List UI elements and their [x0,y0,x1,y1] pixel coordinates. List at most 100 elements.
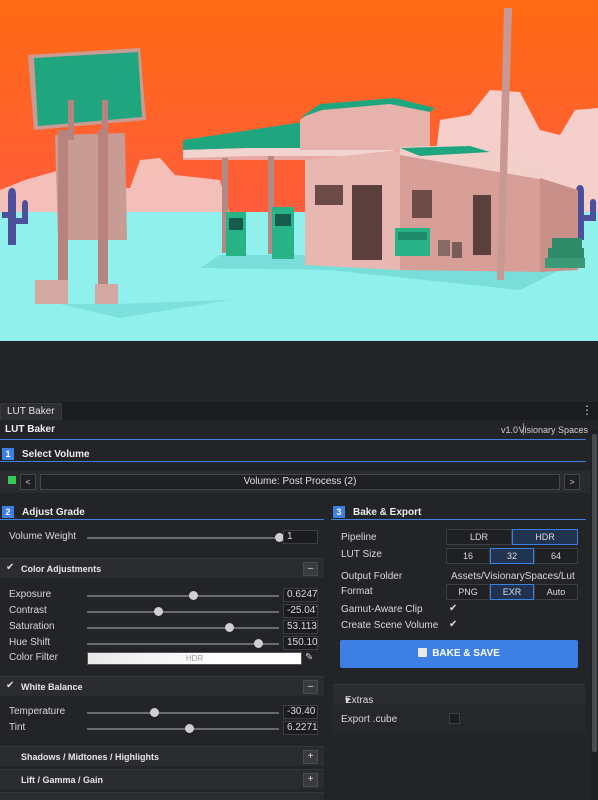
volume-weight-label: Volume Weight [9,531,77,542]
export-cube-checkbox[interactable] [449,713,460,724]
scene-volume-checkbox[interactable]: ✔ [449,619,457,630]
color-adjustment-value-field[interactable]: 0.6247 [283,588,318,602]
color-adjustment-label: Exposure [9,589,52,600]
prev-volume-button[interactable]: < [20,474,36,490]
lut-baker-panel: LUT Baker ⋮ LUT Baker v1.0 Visionary Spa… [0,402,598,800]
volume-name-field[interactable]: Volume: Post Process (2) [40,474,560,490]
fold-title: White Balance [21,682,83,692]
volume-active-indicator [8,476,16,484]
viewport-gutter [0,341,598,402]
fold-title: Lift / Gamma / Gain [21,775,104,785]
color-adjustment-value-field[interactable]: 53.1135 [283,620,318,634]
color-adjustment-label: Hue Shift [9,637,51,648]
lut-size-label: LUT Size [341,549,382,560]
white-balance-header[interactable]: ✔ White Balance – [0,676,324,696]
lut-size-option-16[interactable]: 16 [446,548,490,564]
format-option-png[interactable]: PNG [446,584,490,600]
format-label: Format [341,586,373,597]
pipeline-label: Pipeline [341,532,377,543]
header-underline [0,439,586,440]
panel-scrollbar[interactable] [591,430,598,800]
section-title: Adjust Grade [22,507,85,518]
scrollbar-thumb[interactable] [592,434,597,752]
volume-weight-slider[interactable] [87,537,279,539]
white-balance-slider-knob[interactable] [150,708,160,717]
export-cube-label: Export .cube [341,714,398,725]
color-adjustment-slider-knob[interactable] [154,607,164,616]
section-number: 1 [2,448,14,460]
volume-selector-row: < Volume: Post Process (2) > [0,471,590,493]
format-option-exr[interactable]: EXR [490,584,534,600]
checkmark-icon[interactable]: ✔ [6,562,14,573]
section-underline [331,519,586,520]
section-bake-export: 3 Bake & Export [333,506,585,520]
lut-size-option-32[interactable]: 32 [490,548,534,564]
color-adjustment-label: Saturation [9,621,55,632]
collapse-button[interactable]: – [303,562,318,576]
color-adjustment-slider[interactable] [87,643,279,645]
color-adjustment-slider[interactable] [87,595,279,597]
pipeline-option-hdr[interactable]: HDR [512,529,578,545]
expand-button[interactable]: + [303,773,318,787]
panel-header: LUT Baker v1.0 Visionary Spaces [0,420,590,440]
tab-lut-baker[interactable]: LUT Baker [0,403,62,420]
next-volume-button[interactable]: > [564,474,580,490]
color-adjustment-label: Contrast [9,605,47,616]
output-folder-field[interactable]: Assets/VisionarySpaces/Lut [451,571,578,582]
section-select-volume: 1 Select Volume [2,448,588,462]
scene-volume-label: Create Scene Volume [341,620,439,631]
pipeline-option-ldr[interactable]: LDR [446,529,512,545]
color-adjustment-value-field[interactable]: 150.109 [283,636,318,650]
color-filter-swatch[interactable]: HDR [87,652,302,665]
checkmark-icon[interactable]: ✔ [6,680,14,691]
tab-bar: LUT Baker ⋮ [0,402,598,420]
color-adjustment-slider[interactable] [87,611,279,613]
white-balance-value-field[interactable]: -30.40 [283,705,318,719]
extras-header[interactable]: ▾ Extras [333,684,585,706]
brand-label: Visionary Spaces [518,425,588,435]
white-balance-value-field[interactable]: 6.2271 [283,721,318,735]
kebab-menu-icon[interactable]: ⋮ [581,403,593,417]
scene-render [0,0,598,341]
white-balance-label: Tint [9,722,26,733]
format-option-auto[interactable]: Auto [534,584,578,600]
shadows-midtones-highlights-header[interactable]: Shadows / Midtones / Highlights + [0,746,324,766]
color-adjustments-header[interactable]: ✔ Color Adjustments – [0,558,324,578]
section-underline [0,519,324,520]
color-adjustment-slider[interactable] [87,627,279,629]
floppy-disk-icon [418,648,428,657]
scene-viewport[interactable] [0,0,598,341]
color-adjustment-slider-knob[interactable] [188,591,198,600]
more-folds-header[interactable] [0,792,324,800]
bake-button-label: BAKE & SAVE [432,648,500,659]
section-number: 3 [333,506,345,518]
panel-title: LUT Baker [5,424,56,435]
collapse-button[interactable]: – [303,680,318,694]
white-balance-slider-knob[interactable] [184,724,194,733]
version-label: v1.0 [500,425,518,435]
fold-title: Color Adjustments [21,564,102,574]
output-folder-label: Output Folder [341,571,403,582]
section-adjust-grade: 2 Adjust Grade [2,506,324,520]
color-adjustment-value-field[interactable]: -25.047 [283,604,318,618]
fold-title: Shadows / Midtones / Highlights [21,752,160,762]
white-balance-label: Temperature [9,706,66,717]
lift-gamma-gain-header[interactable]: Lift / Gamma / Gain + [0,769,324,789]
gamut-clip-checkbox[interactable]: ✔ [449,603,457,614]
white-balance-slider[interactable] [87,728,279,730]
section-underline [0,461,586,462]
gamut-clip-label: Gamut-Aware Clip [341,604,423,615]
section-number: 2 [2,506,14,518]
white-balance-slider[interactable] [87,712,279,714]
bake-and-save-button[interactable]: BAKE & SAVE [340,640,578,668]
app-window: LUT Baker ⋮ LUT Baker v1.0 Visionary Spa… [0,0,598,800]
eyedropper-icon[interactable]: ✎ [305,652,313,663]
section-title: Select Volume [22,449,90,460]
volume-weight-field[interactable]: 1 [283,530,318,544]
color-adjustment-slider-knob[interactable] [225,623,235,632]
expand-button[interactable]: + [303,750,318,764]
lut-size-option-64[interactable]: 64 [534,548,578,564]
color-filter-label: Color Filter [9,652,58,663]
color-adjustment-slider-knob[interactable] [253,639,263,648]
section-title: Bake & Export [353,507,422,518]
